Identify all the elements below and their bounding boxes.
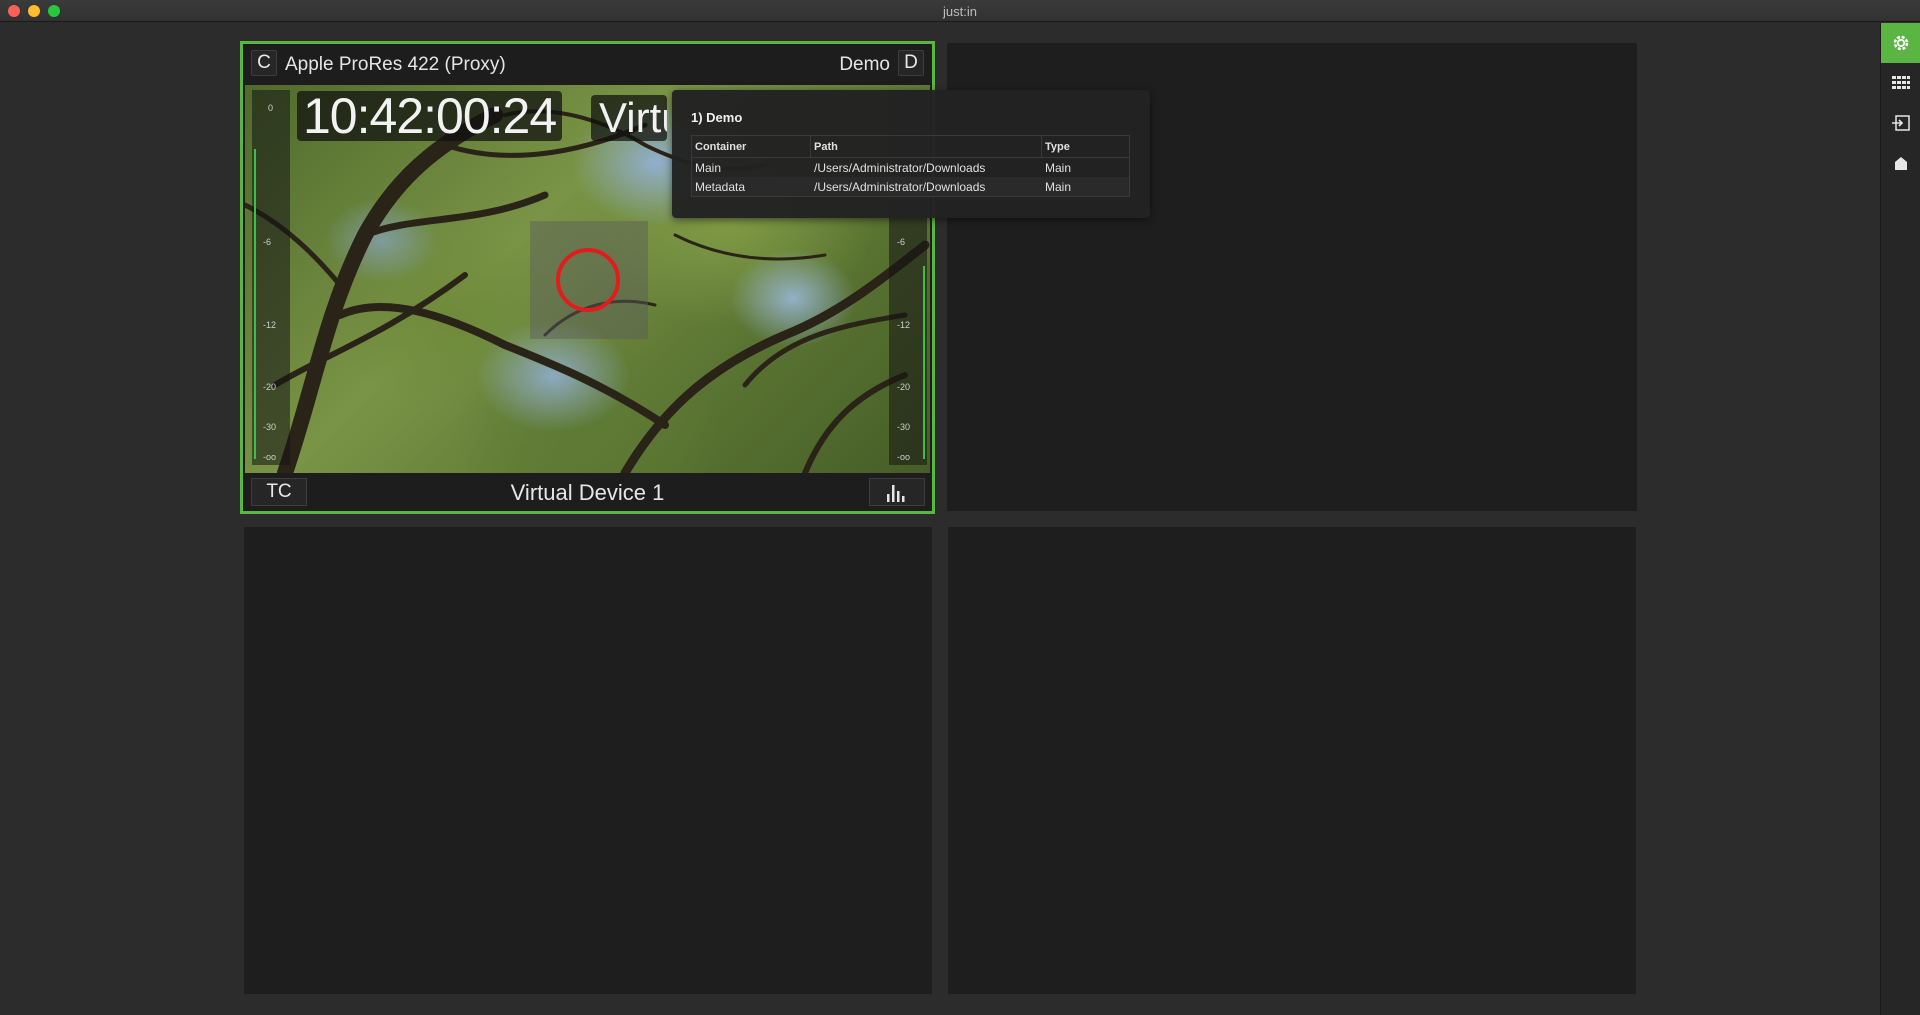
device-panel-4[interactable] <box>948 527 1636 994</box>
device-panel-3[interactable] <box>244 527 932 994</box>
panel-footer: TC Virtual Device 1 <box>243 473 932 511</box>
meter-scale-label: -12 <box>897 320 911 330</box>
meter-scale-label: -20 <box>263 382 277 392</box>
right-sidebar <box>1880 23 1920 1015</box>
path-cell: /Users/Administrator/Downloads <box>814 160 986 175</box>
title-bar: just:in <box>0 0 1920 22</box>
device-name-overlay: Virtual Device 1 <box>591 95 667 141</box>
home-icon <box>1895 156 1907 170</box>
popover-title: 1) Demo <box>691 110 743 125</box>
grid-view-button[interactable] <box>1881 63 1920 103</box>
meter-scale-label: 0 <box>268 103 274 113</box>
bar-chart-icon <box>887 485 905 502</box>
grid-icon <box>1892 76 1910 89</box>
meter-scale-label: -20 <box>897 382 911 392</box>
device-name-label: Virtual Device 1 <box>510 480 665 505</box>
left-audio-meter: 0 -6 -12 -20 -30 -oo <box>252 90 290 465</box>
table-row[interactable]: Metadata /Users/Administrator/Downloads … <box>692 177 1129 196</box>
meter-scale-label: -oo <box>897 452 911 462</box>
table-row[interactable]: Main /Users/Administrator/Downloads Main <box>692 158 1129 177</box>
meter-scale-label: -30 <box>263 422 277 432</box>
project-name: Demo <box>839 54 890 75</box>
meter-scale-label: -30 <box>897 422 911 432</box>
timecode-overlay: 10:42:00:24 <box>297 91 563 141</box>
meter-scale-label: -6 <box>897 237 906 247</box>
column-header: Path <box>811 136 1042 157</box>
type-cell: Main <box>1045 179 1072 194</box>
ingest-button[interactable] <box>1881 103 1920 143</box>
container-cell: Main <box>695 160 722 175</box>
column-header: Container <box>692 136 811 157</box>
window-title: just:in <box>943 4 977 19</box>
sign-in-icon <box>1892 115 1910 131</box>
channel-c-button[interactable]: C <box>251 50 277 76</box>
home-button[interactable] <box>1881 143 1920 183</box>
type-cell: Main <box>1045 160 1072 175</box>
path-cell: /Users/Administrator/Downloads <box>814 179 986 194</box>
panel-header: C Apple ProRes 422 (Proxy) Demo D <box>243 44 932 84</box>
focus-indicator <box>530 221 648 339</box>
meter-scale-label: -6 <box>263 237 272 247</box>
gear-icon <box>1893 35 1909 51</box>
meter-scale-label: -oo <box>263 452 277 462</box>
project-info-popover: 1) Demo Container Path Type Main /Users/… <box>672 90 1150 218</box>
table-header: Container Path Type <box>692 136 1129 158</box>
codec-label: Apple ProRes 422 (Proxy) <box>285 54 506 75</box>
channel-d-button[interactable]: D <box>898 50 924 76</box>
settings-button[interactable] <box>1881 23 1920 63</box>
record-focus-ring <box>556 248 620 312</box>
audio-meter-button[interactable] <box>869 478 925 506</box>
container-table: Container Path Type Main /Users/Administ… <box>691 135 1130 197</box>
container-cell: Metadata <box>695 179 746 194</box>
left-meter-bar <box>254 149 256 459</box>
column-header: Type <box>1045 140 1070 153</box>
right-meter-bar <box>923 266 925 459</box>
meter-scale-label: -12 <box>263 320 277 330</box>
